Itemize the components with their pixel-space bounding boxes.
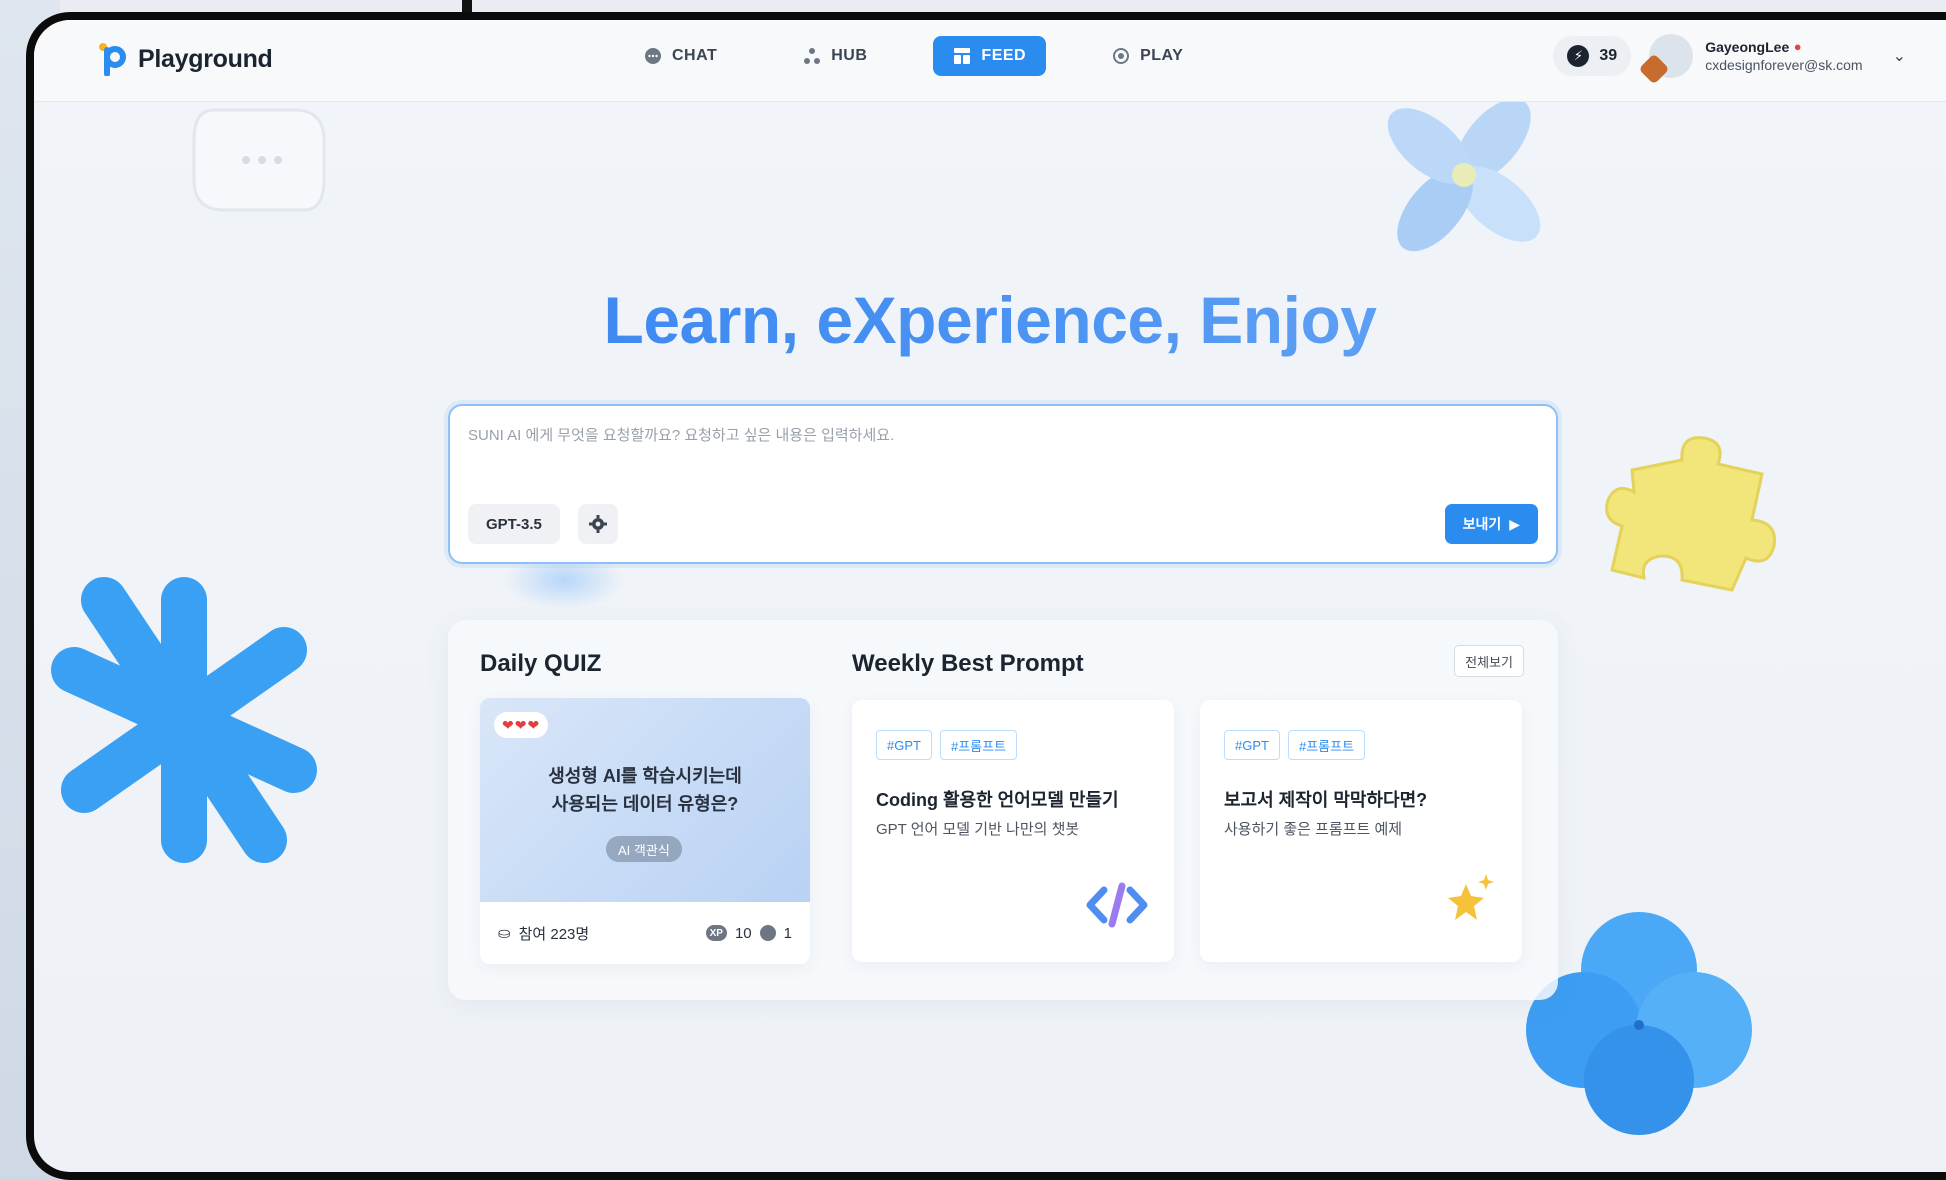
send-button[interactable]: 보내기 ▶ bbox=[1444, 504, 1538, 544]
points-value: 39 bbox=[1599, 47, 1618, 64]
playground-logo-icon bbox=[99, 43, 126, 76]
send-arrow-icon: ▶ bbox=[1509, 515, 1520, 532]
card-subtitle: GPT 언어 모델 기반 나만의 챗봇 bbox=[876, 821, 1080, 838]
app-logo[interactable]: Playground bbox=[98, 42, 273, 76]
prompt-placeholder[interactable]: SUNI AI 에게 무엇을 요청할까요? 요청하고 싶은 내용은 입력하세요. bbox=[468, 424, 894, 445]
notification-dot-icon: ● bbox=[1793, 39, 1802, 54]
nav-feed-label: FEED bbox=[981, 47, 1027, 64]
coin-value: 1 bbox=[783, 924, 792, 942]
nav-feed[interactable]: FEED bbox=[933, 36, 1047, 76]
nav-chat[interactable]: CHAT bbox=[624, 36, 737, 76]
flower-decoration bbox=[1387, 98, 1541, 252]
model-select[interactable]: GPT-3.5 bbox=[468, 504, 560, 544]
app-screen: Playground CHAT HUB FEED PLAY ⚡ 39 Gayeo… bbox=[26, 12, 1946, 1180]
hearts-badge: ❤❤❤ bbox=[494, 712, 549, 738]
device-frame: Playground CHAT HUB FEED PLAY ⚡ 39 Gayeo… bbox=[0, 0, 1946, 1180]
tag-gpt[interactable]: #GPT bbox=[1224, 730, 1280, 760]
nav-hub[interactable]: HUB bbox=[783, 36, 887, 76]
user-name: GayeongLee bbox=[1705, 39, 1790, 55]
feed-panel: Daily QUIZ Weekly Best Prompt 전체보기 ❤❤❤ 생… bbox=[448, 620, 1558, 1000]
avatar bbox=[1638, 34, 1694, 85]
gear-icon bbox=[589, 515, 607, 533]
prompt-input-box[interactable]: SUNI AI 에게 무엇을 요청할까요? 요청하고 싶은 내용은 입력하세요.… bbox=[448, 404, 1558, 564]
quiz-card-header: ❤❤❤ 생성형 AI를 학습시키는데 사용되는 데이터 유형은? AI 객관식 bbox=[480, 698, 810, 902]
card-title: Coding 활용한 언어모델 만들기 bbox=[876, 790, 1119, 810]
card-tags: #GPT #프롬프트 bbox=[876, 730, 1018, 760]
quiz-question: 생성형 AI를 학습시키는데 사용되는 데이터 유형은? bbox=[548, 766, 742, 814]
send-label: 보내기 bbox=[1462, 516, 1502, 532]
header-right: ⚡ 39 GayeongLee ● cxdesignforever@sk.com… bbox=[1553, 34, 1906, 85]
nav-play-label: PLAY bbox=[1140, 47, 1184, 64]
hero-title: Learn, eXperience, Enjoy bbox=[34, 282, 1946, 358]
tag-gpt[interactable]: #GPT bbox=[876, 730, 932, 760]
app-name: Playground bbox=[138, 44, 273, 73]
nav-hub-label: HUB bbox=[831, 47, 868, 64]
coin-icon bbox=[759, 925, 776, 941]
quiz-card-footer: ⛀ 참여 223명 XP 10 1 bbox=[498, 902, 792, 964]
user-email: cxdesignforever@sk.com bbox=[1705, 57, 1863, 73]
best-prompt-card-2[interactable]: #GPT #프롬프트 보고서 제작이 막막하다면? 사용하기 좋은 프롬프트 예… bbox=[1200, 700, 1522, 962]
user-menu[interactable]: GayeongLee ● cxdesignforever@sk.com ⌄ bbox=[1638, 34, 1906, 85]
tag-prompt[interactable]: #프롬프트 bbox=[939, 730, 1018, 760]
xp-icon: XP bbox=[705, 925, 727, 941]
best-prompt-card-1[interactable]: #GPT #프롬프트 Coding 활용한 언어모델 만들기 GPT 언어 모델… bbox=[852, 700, 1174, 962]
participants-icon: ⛀ bbox=[498, 925, 511, 942]
user-info: GayeongLee ● cxdesignforever@sk.com bbox=[1705, 39, 1862, 73]
xp-value: 10 bbox=[734, 924, 752, 942]
weekly-best-title: Weekly Best Prompt bbox=[852, 650, 1084, 677]
feed-icon bbox=[954, 48, 971, 64]
code-icon bbox=[1086, 882, 1148, 928]
view-all-button[interactable]: 전체보기 bbox=[1454, 645, 1524, 677]
speech-bubble-decoration bbox=[192, 108, 326, 212]
nav-chat-label: CHAT bbox=[672, 47, 718, 64]
puzzle-decoration bbox=[1605, 436, 1777, 592]
card-title: 보고서 제작이 막막하다면? bbox=[1224, 790, 1428, 810]
chevron-down-icon[interactable]: ⌄ bbox=[1893, 46, 1906, 66]
chat-icon bbox=[645, 48, 661, 64]
quiz-category-tag: AI 객관식 bbox=[606, 836, 682, 862]
nav-play[interactable]: PLAY bbox=[1092, 36, 1203, 76]
tag-prompt[interactable]: #프롬프트 bbox=[1287, 730, 1366, 760]
bolt-icon: ⚡ bbox=[1567, 45, 1590, 67]
card-subtitle: 사용하기 좋은 프롬프트 예제 bbox=[1224, 821, 1403, 838]
settings-button[interactable] bbox=[578, 504, 618, 544]
daily-quiz-title: Daily QUIZ bbox=[480, 650, 602, 677]
hub-icon bbox=[804, 48, 821, 64]
play-icon bbox=[1113, 48, 1130, 64]
quiz-card[interactable]: ❤❤❤ 생성형 AI를 학습시키는데 사용되는 데이터 유형은? AI 객관식 … bbox=[480, 698, 810, 964]
asterisk-decoration bbox=[51, 577, 317, 863]
top-navigation-bar: Playground CHAT HUB FEED PLAY ⚡ 39 Gayeo… bbox=[34, 20, 1946, 102]
main-nav: CHAT HUB FEED PLAY bbox=[624, 36, 1249, 76]
points-badge[interactable]: ⚡ 39 bbox=[1553, 36, 1632, 76]
level-badge-icon bbox=[1638, 53, 1670, 85]
card-tags: #GPT #프롬프트 bbox=[1224, 730, 1366, 760]
participants-count: 참여 223명 bbox=[518, 925, 590, 943]
sparkle-icon bbox=[1448, 874, 1494, 920]
